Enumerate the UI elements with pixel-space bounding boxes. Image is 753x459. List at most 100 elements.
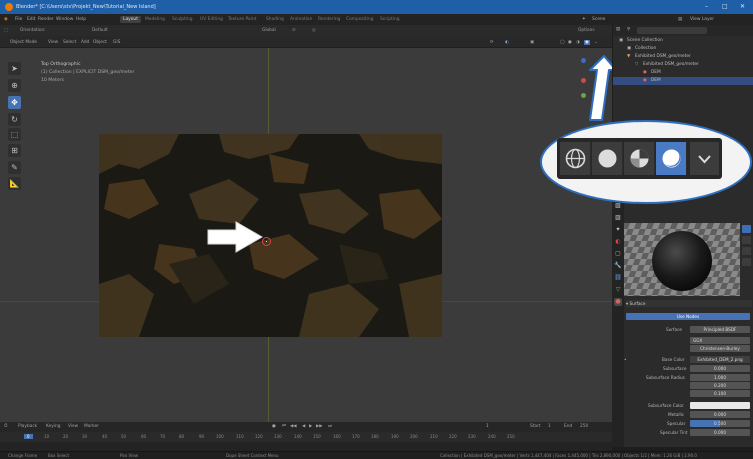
menu-select[interactable]: Select [63, 40, 76, 45]
outliner-collection[interactable]: ▣ Collection [613, 45, 753, 53]
subsurface-radius-z[interactable]: 0.100 [690, 390, 750, 397]
viewport-gizmo-toggle-icon[interactable]: ⟳ [490, 40, 494, 45]
start-frame-field[interactable]: 1 [548, 424, 551, 429]
output-tab-icon[interactable]: ▨ [614, 214, 622, 222]
outliner-object-dsm-child[interactable]: ▽ Exhibited DSM_geo/meter [613, 61, 753, 69]
data-tab-icon[interactable]: ▽ [614, 286, 622, 294]
shading-dropdown-icon[interactable]: ⌄ [594, 40, 598, 45]
zoom-shading-dropdown[interactable] [690, 142, 719, 175]
frame-marker-current[interactable]: 0 [24, 434, 33, 439]
transform-orientation-selector[interactable]: Global [262, 28, 276, 33]
specular-field[interactable]: 0.500 [690, 420, 750, 427]
blender-menu-icon[interactable]: ◉ [4, 17, 8, 22]
tab-sculpting[interactable]: Sculpting [172, 17, 193, 22]
menu-gis[interactable]: GIS [113, 40, 120, 45]
measure-tool-icon[interactable]: 📐 [8, 177, 21, 190]
current-frame-field[interactable]: 1 [486, 424, 489, 429]
options-dropdown[interactable]: Options [578, 28, 595, 33]
prev-keyframe-icon[interactable]: ◀◀ [290, 424, 297, 429]
preview-world-icon[interactable] [742, 258, 751, 266]
tab-compositing[interactable]: Compositing [346, 17, 374, 22]
move-tool-icon[interactable]: ✥ [8, 96, 21, 109]
material-tab-icon[interactable]: ● [614, 298, 622, 306]
shading-solid-icon[interactable]: ● [568, 40, 572, 45]
tab-texture-paint[interactable]: Texture Paint [228, 17, 256, 22]
tab-shading[interactable]: Shading [266, 17, 284, 22]
terrain-texture-plane[interactable] [99, 134, 442, 337]
menu-window[interactable]: Window [56, 17, 73, 22]
distribution-selector[interactable]: GGX [690, 337, 750, 344]
proportional-edit-icon[interactable]: ◎ [312, 28, 316, 33]
xray-toggle-icon[interactable]: ▣ [530, 40, 534, 45]
view-layer-selector[interactable]: View Layer [690, 17, 714, 22]
outliner-object-dsm[interactable]: ▼ Exhibited DSM_geo/meter [613, 53, 753, 61]
transform-tool-icon[interactable]: ⊞ [8, 144, 21, 157]
metallic-field[interactable]: 0.000 [690, 411, 750, 418]
preview-cube-icon[interactable] [742, 236, 751, 244]
menu-edit[interactable]: Edit [27, 17, 36, 22]
maximize-button[interactable]: □ [722, 3, 728, 10]
menu-keying[interactable]: Keying [46, 424, 60, 429]
base-color-texture[interactable]: Exhibited_DEM_2.png [690, 356, 750, 363]
base-color-expand-icon[interactable]: • [624, 356, 626, 363]
scene-tab-icon[interactable]: ✦ [614, 226, 622, 234]
menu-help[interactable]: Help [76, 17, 86, 22]
menu-file[interactable]: File [15, 17, 22, 22]
tab-animation[interactable]: Animation [290, 17, 312, 22]
close-button[interactable]: ✕ [740, 3, 745, 10]
rotate-tool-icon[interactable]: ↻ [8, 113, 21, 126]
tab-scripting[interactable]: Scripting [380, 17, 400, 22]
subsurface-color-swatch[interactable] [690, 402, 750, 409]
subsurface-radius-y[interactable]: 0.200 [690, 382, 750, 389]
timeline-frame-ruler[interactable]: 0 10 20 30 40 50 60 70 80 90 100 110 120… [0, 432, 612, 442]
menu-marker[interactable]: Marker [84, 424, 99, 429]
tab-modeling[interactable]: Modeling [145, 17, 165, 22]
annotate-tool-icon[interactable]: ✎ [8, 161, 21, 174]
scene-selector[interactable]: Scene [592, 17, 605, 22]
end-frame-field[interactable]: 250 [580, 424, 588, 429]
preview-type-icons[interactable] [742, 225, 751, 281]
specular-tint-field[interactable]: 0.000 [690, 429, 750, 436]
overlay-toggle-icon[interactable]: ◐ [505, 40, 509, 45]
outliner-material-dem[interactable]: ● DEM [613, 69, 753, 77]
play-icon[interactable]: ▶ [309, 424, 312, 429]
modifier-tab-icon[interactable]: 🔧 [614, 262, 622, 270]
cursor-tool-icon[interactable]: ⊕ [8, 79, 21, 92]
timeline-editor-icon[interactable]: ⏱ [4, 424, 7, 429]
tool-icon[interactable]: ⬚ [4, 28, 8, 33]
select-tool-icon[interactable]: ➤ [8, 62, 21, 75]
jump-start-icon[interactable]: ⏮ [282, 424, 286, 429]
menu-object[interactable]: Object [93, 40, 107, 45]
render-tab-icon[interactable]: ▧ [614, 202, 622, 210]
constraint-tab-icon[interactable]: ⛓ [614, 274, 622, 282]
menu-add[interactable]: Add [81, 40, 89, 45]
zoom-solid-button[interactable] [592, 142, 623, 175]
orientation-selector[interactable]: Default [92, 28, 108, 33]
subsurface-radius-x[interactable]: 1.000 [690, 374, 750, 381]
zoom-rendered-button[interactable] [656, 142, 687, 175]
snap-icon[interactable]: ⊙ [292, 28, 296, 33]
menu-playback[interactable]: Playback [18, 424, 37, 429]
tab-layout[interactable]: Layout [120, 16, 141, 23]
next-keyframe-icon[interactable]: ▶▶ [316, 424, 323, 429]
shading-rendered-icon[interactable]: ◉ [584, 40, 590, 45]
subsurface-field[interactable]: 0.000 [690, 365, 750, 372]
menu-timeline-view[interactable]: View [68, 424, 78, 429]
surface-section-header[interactable]: ▾ Surface [626, 300, 752, 307]
outliner-material-dem-selected[interactable]: ● DEM [613, 77, 753, 85]
shading-material-icon[interactable]: ◑ [576, 40, 580, 45]
surface-shader-selector[interactable]: Principled BSDF [690, 326, 750, 333]
shading-wireframe-icon[interactable]: ◯ [560, 40, 565, 45]
use-nodes-button[interactable]: Use Nodes [626, 313, 750, 320]
zoom-wireframe-button[interactable] [560, 142, 591, 175]
object-mode-selector[interactable]: Object Mode [10, 40, 37, 45]
zoom-material-preview-button[interactable] [624, 142, 655, 175]
subsurface-method-selector[interactable]: Christensen-Burley [690, 345, 750, 352]
preview-hair-icon[interactable] [742, 247, 751, 255]
world-tab-icon[interactable]: ◐ [614, 238, 622, 246]
object-tab-icon[interactable]: ▢ [614, 250, 622, 258]
outliner-filter-icon[interactable]: ⚲ [627, 26, 630, 34]
menu-render[interactable]: Render [38, 17, 54, 22]
preview-sphere-icon[interactable] [742, 225, 751, 233]
jump-end-icon[interactable]: ⏭ [328, 424, 332, 429]
